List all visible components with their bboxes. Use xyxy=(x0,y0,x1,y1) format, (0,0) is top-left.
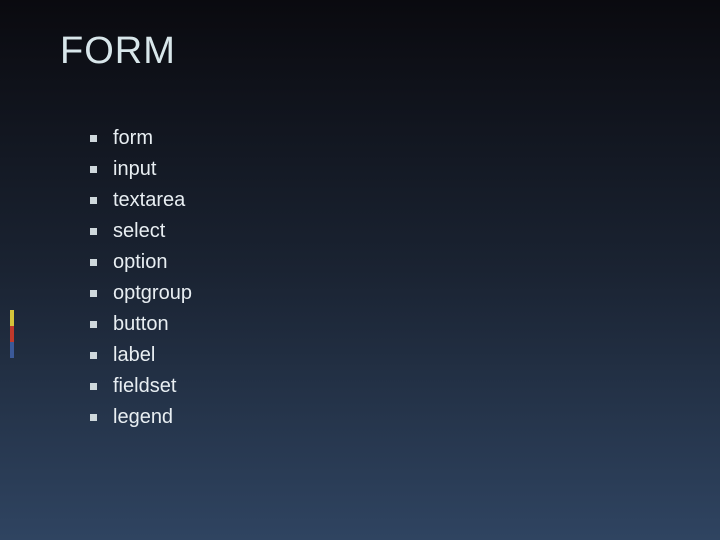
square-bullet-icon xyxy=(90,321,97,328)
list-item: button xyxy=(90,309,660,340)
slide-title: FORM xyxy=(60,30,660,73)
list-item: option xyxy=(90,247,660,278)
list-item-label: textarea xyxy=(113,185,185,216)
list-item: optgroup xyxy=(90,278,660,309)
list-item: legend xyxy=(90,402,660,433)
list-item-label: option xyxy=(113,247,168,278)
square-bullet-icon xyxy=(90,259,97,266)
accent-segment xyxy=(10,342,14,358)
square-bullet-icon xyxy=(90,414,97,421)
list-item-label: form xyxy=(113,123,153,154)
list-item-label: label xyxy=(113,340,155,371)
list-item-label: button xyxy=(113,309,169,340)
square-bullet-icon xyxy=(90,166,97,173)
list-item: textarea xyxy=(90,185,660,216)
list-item-label: input xyxy=(113,154,156,185)
list-item-label: select xyxy=(113,216,165,247)
square-bullet-icon xyxy=(90,290,97,297)
list-item: fieldset xyxy=(90,371,660,402)
list-item: form xyxy=(90,123,660,154)
slide: FORM form input textarea select option o… xyxy=(0,0,720,540)
square-bullet-icon xyxy=(90,135,97,142)
list-item-label: fieldset xyxy=(113,371,176,402)
accent-stripe xyxy=(10,310,14,358)
list-item: input xyxy=(90,154,660,185)
accent-segment xyxy=(10,310,14,326)
square-bullet-icon xyxy=(90,383,97,390)
list-item-label: legend xyxy=(113,402,173,433)
square-bullet-icon xyxy=(90,228,97,235)
square-bullet-icon xyxy=(90,352,97,359)
accent-segment xyxy=(10,326,14,342)
list-item: label xyxy=(90,340,660,371)
list-item: select xyxy=(90,216,660,247)
square-bullet-icon xyxy=(90,197,97,204)
bullet-list: form input textarea select option optgro… xyxy=(60,123,660,433)
list-item-label: optgroup xyxy=(113,278,192,309)
